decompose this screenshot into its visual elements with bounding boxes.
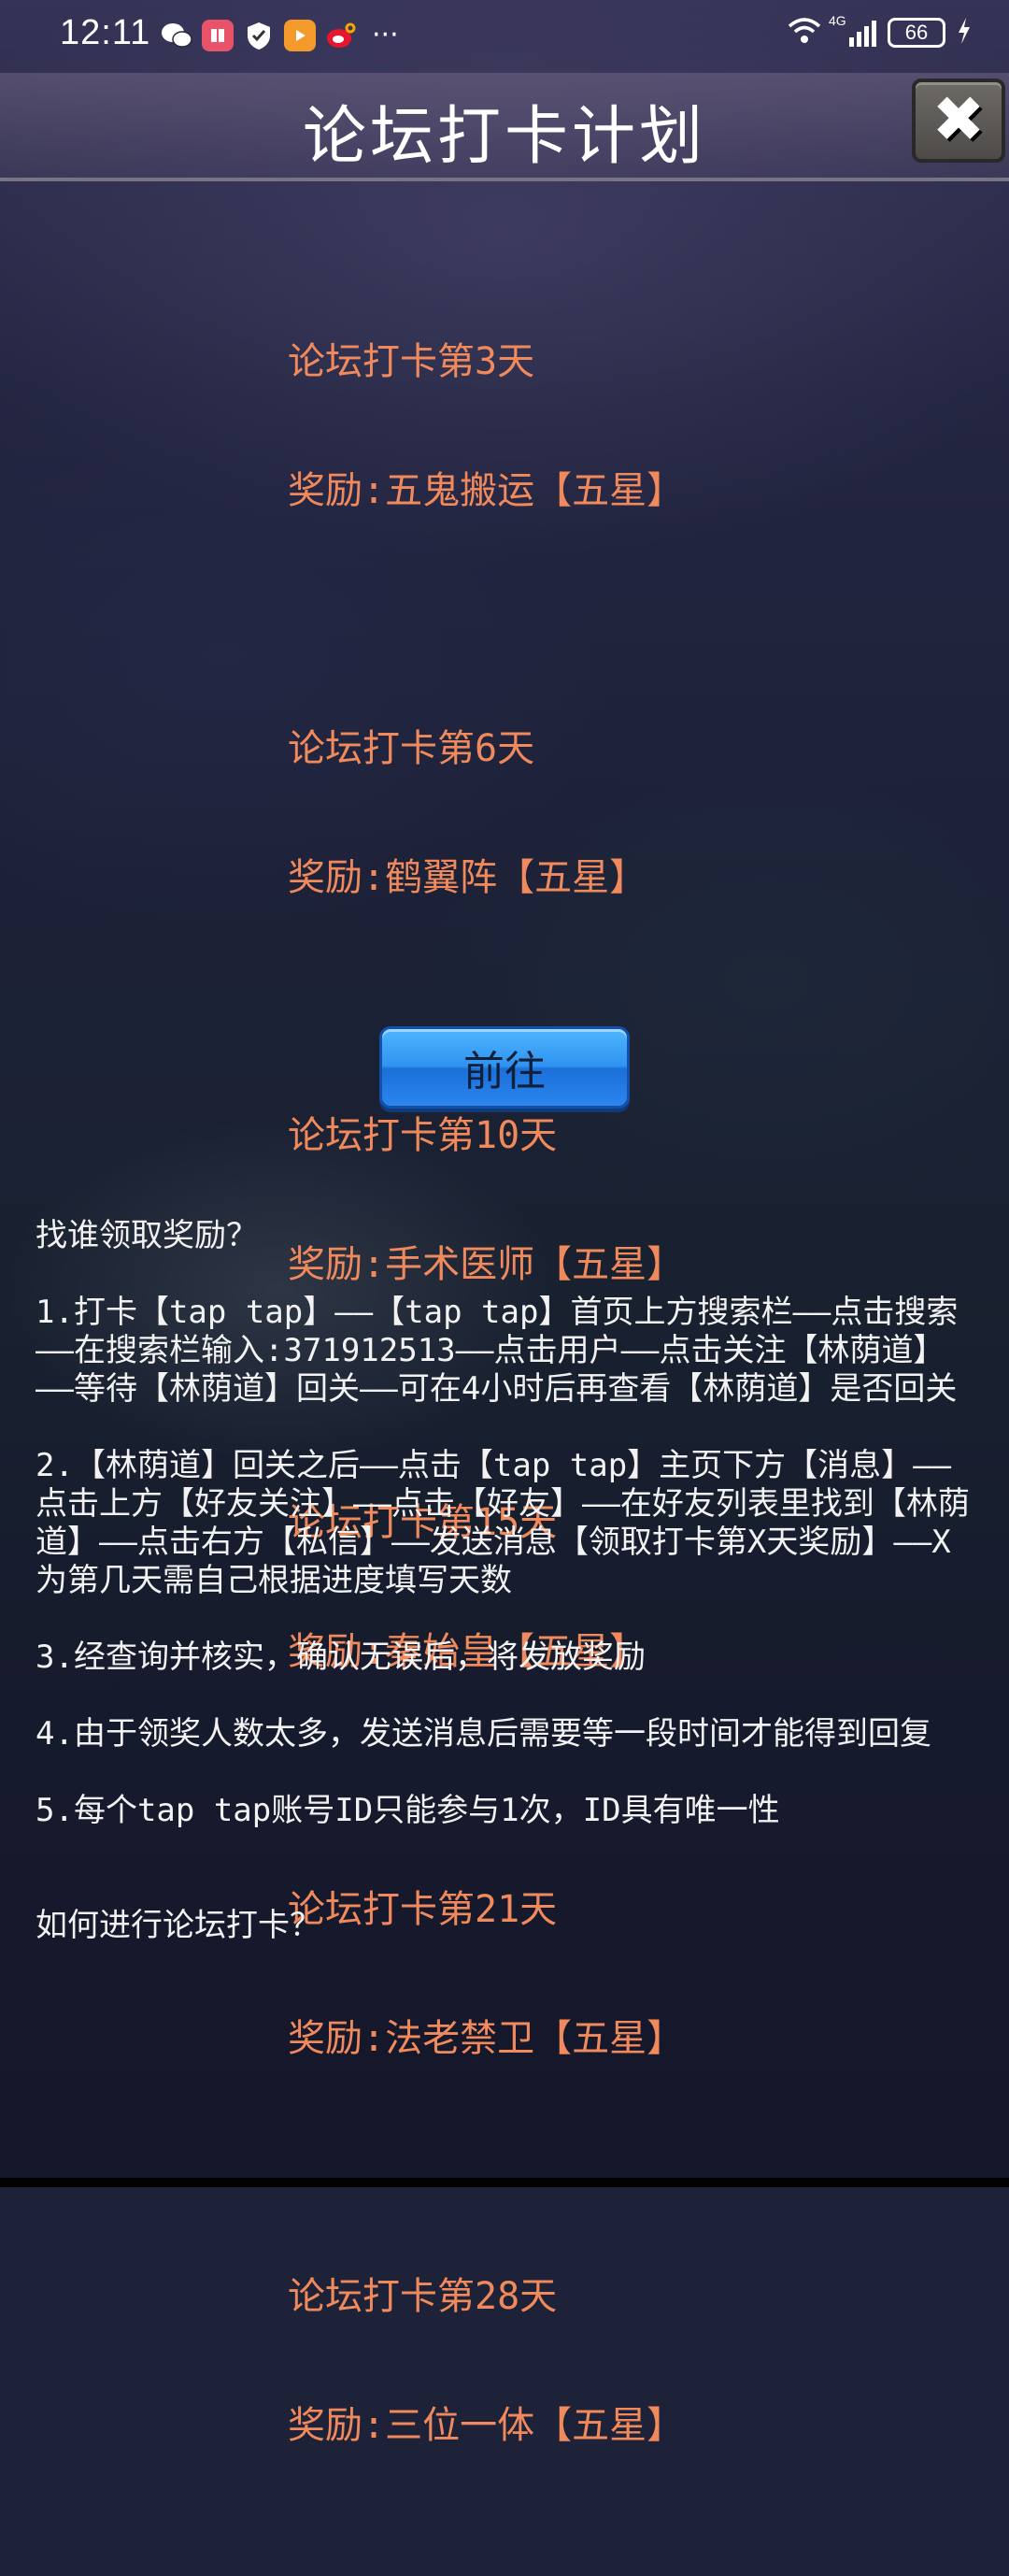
battery-indicator: 66 (888, 18, 945, 48)
reward-item: 论坛打卡第6天 奖励:鹤翼阵【五星】 (288, 641, 684, 985)
reward-prize-label: 奖励:法老禁卫【五星】 (288, 2017, 685, 2060)
wifi-icon (788, 17, 821, 49)
reward-prize-label: 奖励:鹤翼阵【五星】 (288, 856, 647, 899)
shield-icon (243, 20, 275, 51)
book-app-icon (202, 19, 234, 51)
instruction-step: 2.【林荫道】回关之后——点击【tap tap】主页下方【消息】——点击上方【好… (36, 1447, 970, 1599)
instruction-step: 3.经查询并核实，确认无误后，将发放奖励 (36, 1639, 646, 1676)
page-title: 论坛打卡计划 (302, 100, 706, 174)
signal-icon: 4G (829, 13, 876, 47)
system-nav-bar (0, 2178, 1009, 2187)
question-heading: 找谁领取奖励？ (36, 1217, 258, 1254)
network-type-label: 4G (829, 13, 846, 28)
question-heading: 如何进行论坛打卡？ (36, 1907, 321, 1944)
reward-day-label: 论坛打卡第3天 (288, 340, 535, 383)
reward-day-label: 论坛打卡第6天 (288, 727, 535, 770)
go-button[interactable]: 前往 (379, 1026, 630, 1109)
close-icon: ✖ (931, 83, 986, 157)
reward-item: 论坛打卡第28天 奖励:三位一体【五星】 (288, 2189, 684, 2533)
reward-day-label: 论坛打卡第28天 (288, 2275, 558, 2318)
status-right-icons: 4G 66 (788, 13, 972, 49)
instruction-step: 4.由于领奖人数太多，发送消息后需要等一段时间才能得到回复 (36, 1715, 931, 1753)
status-time: 12:11 (60, 13, 151, 52)
reward-day-label: 论坛打卡第10天 (288, 1114, 558, 1157)
instructions-panel: 找谁领取奖励？ 1.打卡【tap tap】——【tap tap】首页上方搜索栏—… (36, 1217, 979, 1983)
more-notifications-indicator: ··· (372, 19, 399, 51)
wechat-icon (161, 20, 192, 51)
close-button[interactable]: ✖ (912, 79, 1005, 163)
charging-icon (957, 17, 972, 49)
video-app-icon (284, 19, 316, 51)
status-bar: 12:11 ··· 4G 66 (0, 0, 1009, 73)
header-bar: 论坛打卡计划 ✖ (0, 73, 1009, 181)
instruction-step: 1.打卡【tap tap】——【tap tap】首页上方搜索栏——点击搜索——在… (36, 1294, 959, 1408)
instruction-step: 5.每个tap tap账号ID只能参与1次，ID具有唯一性 (36, 1792, 780, 1829)
go-button-label: 前往 (463, 1048, 546, 1095)
notification-icons: ··· (161, 19, 399, 51)
weibo-icon (325, 20, 357, 51)
reward-prize-label: 奖励:五鬼搬运【五星】 (288, 469, 685, 512)
reward-prize-label: 奖励:三位一体【五星】 (288, 2404, 685, 2447)
reward-item: 论坛打卡第3天 奖励:五鬼搬运【五星】 (288, 254, 684, 598)
